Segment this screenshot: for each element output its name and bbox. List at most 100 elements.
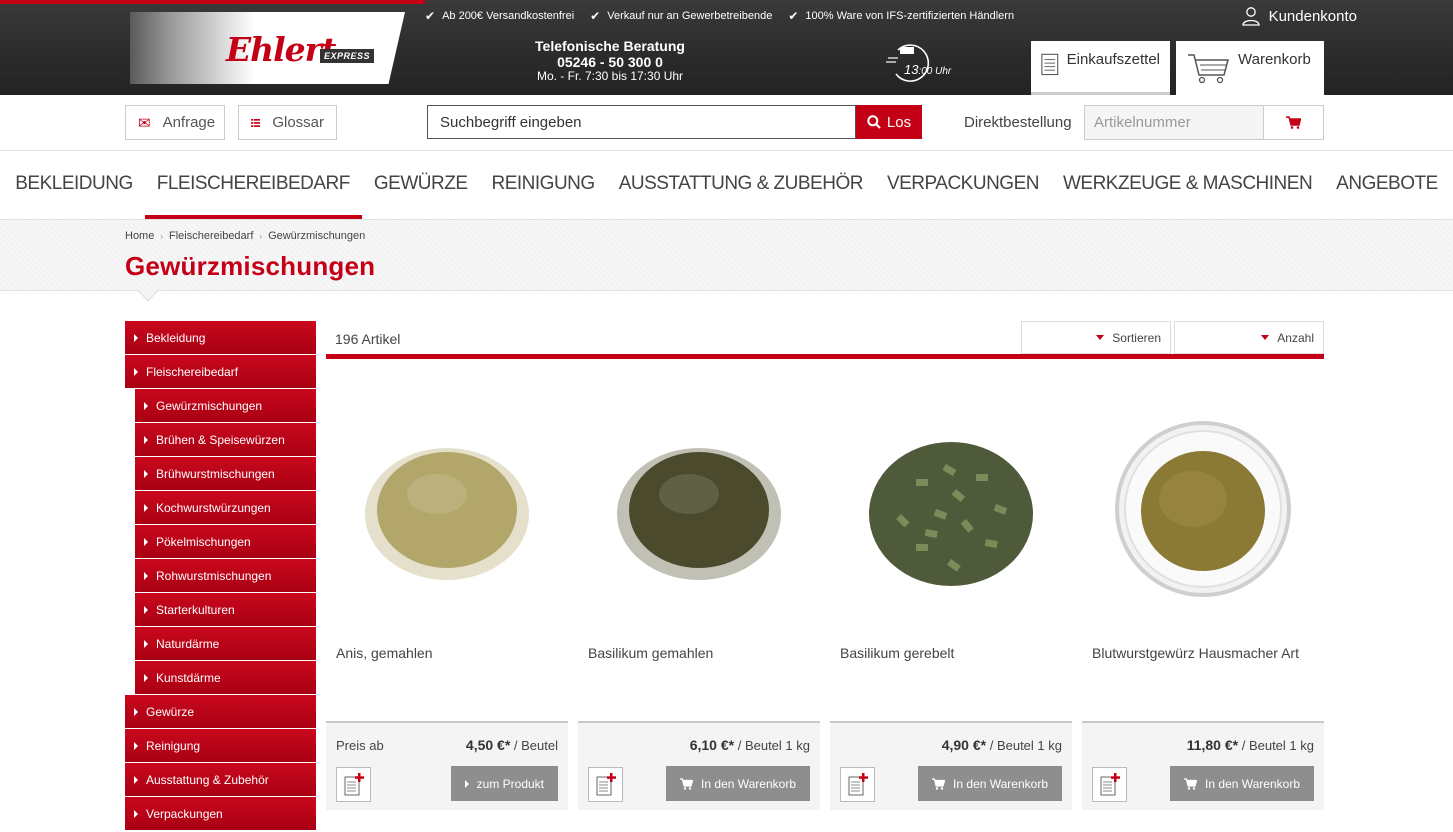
sidebar-item[interactable]: Verpackungen [125,797,316,831]
sidebar-item[interactable]: Reinigung [125,729,316,763]
sidebar-item[interactable]: Rohwurstmischungen [135,559,316,593]
product-unit: / Beutel 1 kg [737,738,810,753]
sidebar-item-label: Gewürzmischungen [156,398,263,413]
add-to-list-button[interactable] [588,767,623,802]
sidebar-item[interactable]: Brühwurstmischungen [135,457,316,491]
sidebar-item[interactable]: Kunstdärme [135,661,316,695]
sidebar-item-label: Brühen & Speisewürzen [156,432,285,447]
caret-right-icon [134,707,138,716]
usp-item: ✔ Verkauf nur an Gewerbetreibende [590,9,773,23]
envelope-icon: ✉ [138,114,151,132]
hotline: Telefonische Beratung 05246 - 50 300 0 M… [520,38,700,84]
product-price: 4,50 €* [465,737,511,753]
product-image[interactable] [1082,398,1324,620]
clock-time: 13:00 Uhr [904,62,952,77]
product-card[interactable]: Blutwurstgewürz Hausmacher Art 11,80 €* /… [1082,398,1324,810]
product-cta-button[interactable]: In den Warenkorb [918,766,1062,801]
product-cta-button[interactable]: In den Warenkorb [666,766,810,801]
caret-right-icon [144,435,148,444]
caret-right-icon [144,469,148,478]
nav-item-verpackungen[interactable]: VERPACKUNGEN [875,151,1051,219]
hotline-number[interactable]: 05246 - 50 300 0 [520,54,700,70]
breadcrumb-home[interactable]: Home [125,230,154,242]
sidebar-item-label: Rohwurstmischungen [156,568,272,583]
caret-down-icon [1096,335,1105,340]
product-card[interactable]: Anis, gemahlen Preis ab 4,50 €* / Beutel zu… [326,398,568,810]
nav-item-angebote[interactable]: ANGEBOTE [1324,151,1450,219]
nav-item-ausstattung-zubehör[interactable]: AUSSTATTUNG & ZUBEHÖR [607,151,875,219]
cart-label: Warenkorb [1238,51,1311,68]
price-block: 4,50 €* / Beutel [466,737,558,753]
sidebar-item[interactable]: Bekleidung [125,321,316,355]
search-input[interactable] [427,105,856,139]
add-to-list-button[interactable] [336,767,371,802]
sort-select[interactable]: Sortieren [1021,321,1171,354]
product-footer: 4,90 €* / Beutel 1 kg In den Warenkorb [830,721,1072,810]
sidebar-item[interactable]: Ausstattung & Zubehör [125,763,316,797]
caret-right-icon [134,741,138,750]
breadcrumb-current[interactable]: Gewürzmischungen [268,230,365,242]
caret-right-icon [144,605,148,614]
logo[interactable]: Ehlert [226,30,336,69]
search-button[interactable]: Los [856,105,922,139]
category-sidebar: Bekleidung Fleischereibedarf Gewürzmischun… [125,321,316,831]
sidebar-item-label: Verpackungen [146,806,223,821]
direct-order-label: Direktbestellung [964,114,1072,131]
nav-item-reinigung[interactable]: REINIGUNG [480,151,607,219]
account-label: Kundenkonto [1268,7,1357,25]
notepad-plus-icon [1100,772,1120,795]
product-cta-label: In den Warenkorb [953,776,1048,791]
check-icon: ✔ [425,9,436,23]
sidebar-item-label: Reinigung [146,738,201,753]
product-footer: 6,10 €* / Beutel 1 kg In den Warenkorb [578,721,820,810]
nav-item-bekleidung[interactable]: BEKLEIDUNG [3,151,144,219]
product-image[interactable] [326,398,568,620]
caret-right-icon [144,673,148,682]
glossar-button[interactable]: Glossar [238,105,337,140]
sidebar-item[interactable]: Fleischereibedarf [125,355,316,389]
shopping-list-button[interactable]: Einkaufszettel [1031,41,1170,95]
sort-label: Sortieren [1112,330,1161,345]
check-icon: ✔ [590,9,601,23]
product-name[interactable]: Anis, gemahlen [336,642,561,664]
sidebar-item[interactable]: Kochwurstwürzungen [135,491,316,525]
product-image[interactable] [830,398,1072,620]
product-name[interactable]: Basilikum gerebelt [840,642,1065,664]
product-price: 4,90 €* [941,737,987,753]
sidebar-item[interactable]: Naturdärme [135,627,316,661]
listing-toolbar: 196 Artikel Sortieren Anzahl [326,321,1324,359]
nav-item-werkzeuge-maschinen[interactable]: WERKZEUGE & MASCHINEN [1051,151,1324,219]
nav-item-fleischereibedarf[interactable]: FLEISCHEREIBEDARF [144,151,362,219]
sidebar-item[interactable]: Starterkulturen [135,593,316,627]
breadcrumb-fleischereibedarf[interactable]: Fleischereibedarf [169,230,253,242]
anfrage-button[interactable]: ✉ Anfrage [125,105,225,140]
cart-button[interactable]: Warenkorb [1176,41,1324,95]
sidebar-item[interactable]: Gewürze [125,695,316,729]
direct-order-button[interactable] [1263,105,1324,140]
product-unit: / Beutel 1 kg [1241,738,1314,753]
product-cta-label: zum Produkt [476,776,544,791]
article-count: 196 Artikel [335,331,401,347]
product-card[interactable]: Basilikum gerebelt 4,90 €* / Beutel 1 kg I… [830,398,1072,810]
shopping-list-label: Einkaufszettel [1066,51,1160,68]
product-name[interactable]: Blutwurstgewürz Hausmacher Art [1092,642,1317,664]
caret-right-icon [134,809,138,818]
add-to-list-button[interactable] [840,767,875,802]
list-icon [251,118,261,127]
product-card[interactable]: Basilikum gemahlen 6,10 €* / Beutel 1 kg I… [578,398,820,810]
sidebar-item[interactable]: Pökelmischungen [135,525,316,559]
product-image[interactable] [578,398,820,620]
product-cta-button[interactable]: zum Produkt [450,766,558,801]
product-name[interactable]: Basilikum gemahlen [588,642,813,664]
search-form: Los [427,105,922,139]
amount-select[interactable]: Anzahl [1174,321,1324,354]
nav-item-gewürze[interactable]: GEWÜRZE [362,151,480,219]
article-number-input[interactable] [1084,105,1264,140]
notepad-plus-icon [596,772,616,795]
sidebar-item[interactable]: Gewürzmischungen [135,389,316,423]
account-link[interactable]: Kundenkonto [1241,6,1357,26]
sidebar-item[interactable]: Brühen & Speisewürzen [135,423,316,457]
product-cta-button[interactable]: In den Warenkorb [1170,766,1314,801]
sidebar-item-label: Fleischereibedarf [146,364,239,379]
add-to-list-button[interactable] [1092,767,1127,802]
